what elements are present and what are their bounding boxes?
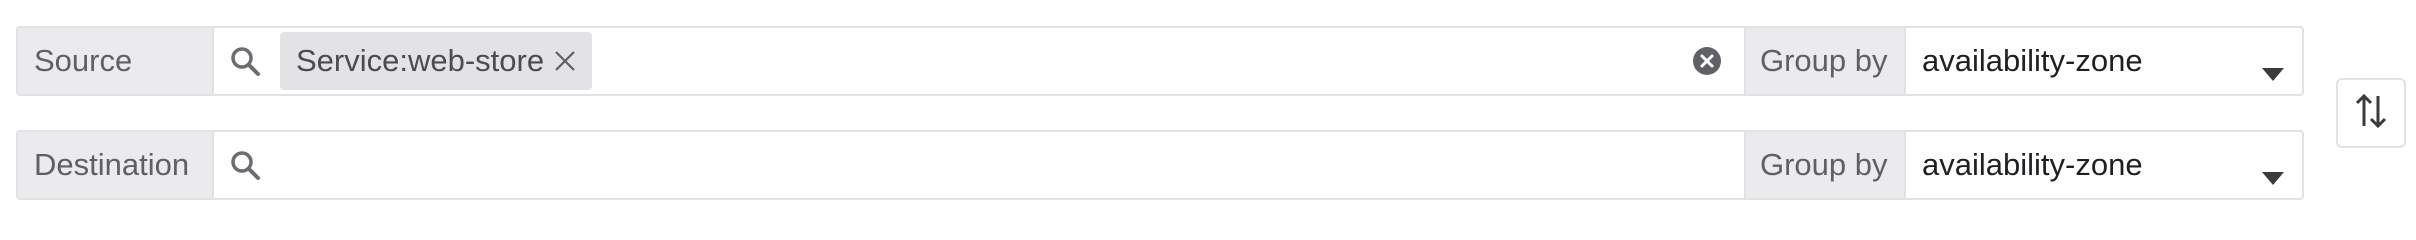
swap-vertical-icon (2354, 92, 2388, 135)
source-group-by-value: availability-zone (1922, 43, 2143, 78)
destination-filter-row: Destination Group by availability-zone (16, 130, 2304, 200)
caret-down-icon (2262, 158, 2284, 185)
swap-source-destination-button[interactable] (2336, 78, 2406, 148)
search-icon (228, 148, 262, 182)
caret-down-icon (2262, 54, 2284, 81)
filter-chip-label: Service:web-store (296, 43, 545, 78)
source-group-by-select[interactable]: availability-zone (1906, 28, 2302, 94)
destination-group-by-select[interactable]: availability-zone (1906, 132, 2302, 198)
destination-search-field[interactable] (214, 132, 1744, 198)
search-icon (228, 44, 262, 78)
destination-label: Destination (18, 132, 214, 198)
clear-circle-icon[interactable] (1692, 46, 1722, 76)
close-icon[interactable] (552, 48, 578, 74)
source-filter-row: Source Service:web-store Group by availa… (16, 26, 2304, 96)
filter-chip[interactable]: Service:web-store (280, 32, 593, 90)
destination-group-by-label: Group by (1744, 132, 1906, 198)
destination-group-by-value: availability-zone (1922, 147, 2143, 182)
source-label: Source (18, 28, 214, 94)
source-search-field[interactable]: Service:web-store (214, 28, 1744, 94)
source-group-by-label: Group by (1744, 28, 1906, 94)
